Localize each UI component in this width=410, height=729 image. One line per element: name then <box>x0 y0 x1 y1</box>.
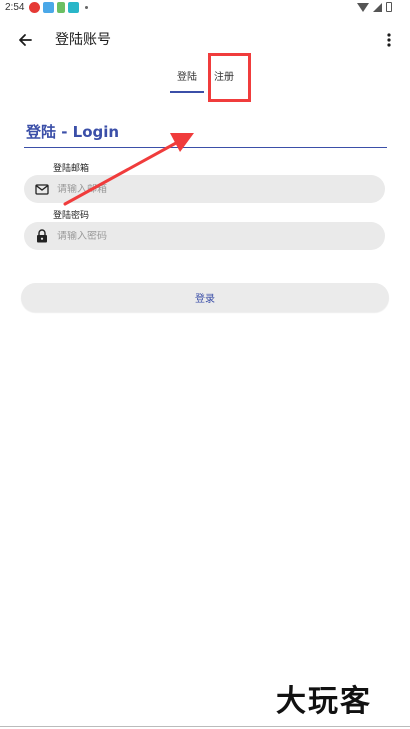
annotation-arrow <box>63 133 194 206</box>
notification-app-icon <box>57 2 65 13</box>
battery-icon <box>386 2 392 12</box>
password-label: 登陆密码 <box>53 211 90 221</box>
app-bar: 登陆账号 <box>0 18 410 60</box>
system-icons <box>357 2 392 12</box>
email-input[interactable] <box>54 183 385 195</box>
notification-icons <box>29 2 88 13</box>
email-field-container <box>24 175 385 203</box>
password-field-container <box>24 222 385 250</box>
email-label: 登陆邮箱 <box>53 164 90 174</box>
tab-bar: 登陆 注册 <box>0 62 410 94</box>
tab-indicator <box>170 91 204 93</box>
watermark-logo: 大玩客 <box>276 684 372 719</box>
mail-icon <box>24 183 54 195</box>
annotation-highlight-box <box>208 53 251 102</box>
bottom-divider <box>0 726 410 727</box>
password-input[interactable] <box>54 230 385 242</box>
notification-app-icon <box>29 2 40 13</box>
lock-icon <box>24 229 54 243</box>
heading-divider <box>24 147 387 148</box>
notification-app-icon <box>68 2 79 13</box>
wifi-icon <box>357 2 369 12</box>
more-notifications-icon <box>85 6 88 9</box>
status-bar: 2:54 <box>0 0 410 18</box>
more-vert-icon <box>387 33 391 47</box>
back-button[interactable] <box>12 27 38 53</box>
signal-icon <box>373 2 382 12</box>
notification-app-icon <box>43 2 54 13</box>
status-time: 2:54 <box>5 2 25 13</box>
page-title: 登陆账号 <box>55 32 111 48</box>
arrow-left-icon <box>19 34 32 46</box>
tab-login[interactable]: 登陆 <box>170 68 204 83</box>
login-button[interactable]: 登录 <box>21 283 389 312</box>
more-options-button[interactable] <box>380 27 398 53</box>
form-heading: 登陆 - Login <box>26 123 120 141</box>
